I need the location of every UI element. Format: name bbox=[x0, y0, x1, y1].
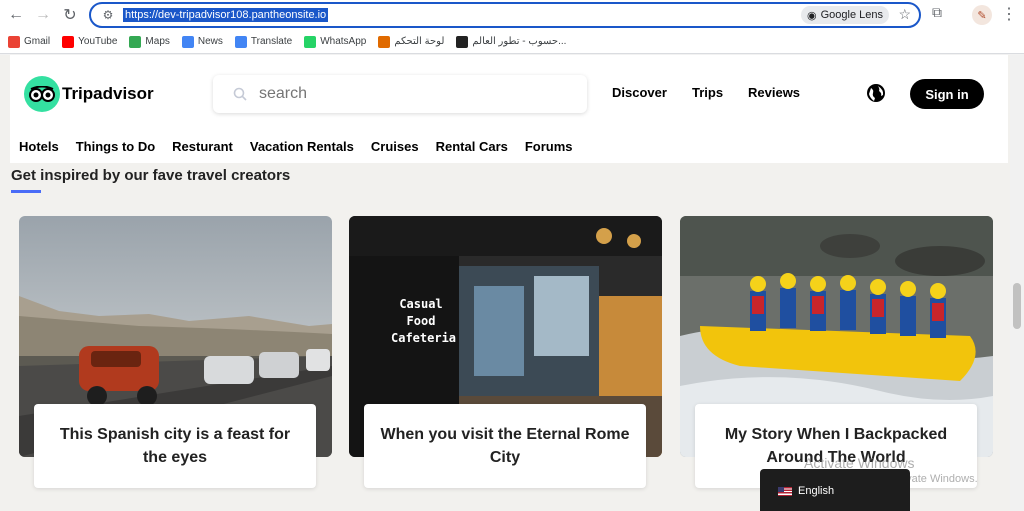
scroll-thumb[interactable] bbox=[1013, 283, 1021, 329]
bookmark-youtube[interactable]: YouTube bbox=[62, 35, 118, 48]
search-box[interactable] bbox=[213, 75, 587, 113]
subnav-things-to-do[interactable]: Things to Do bbox=[76, 139, 155, 154]
reload-icon[interactable]: ↻ bbox=[58, 3, 82, 27]
extensions-icon[interactable]: ⧉ bbox=[932, 4, 942, 21]
lens-label: Google Lens bbox=[820, 9, 883, 21]
sign-in-button[interactable]: Sign in bbox=[910, 79, 984, 109]
subnav-forums[interactable]: Forums bbox=[525, 139, 573, 154]
url-text[interactable]: https://dev-tripadvisor108.pantheonsite.… bbox=[123, 8, 329, 22]
whatsapp-icon bbox=[304, 35, 317, 48]
subnav-hotels[interactable]: Hotels bbox=[19, 139, 59, 154]
page-scrollbar[interactable] bbox=[1010, 55, 1024, 511]
subnav-cruises[interactable]: Cruises bbox=[371, 139, 419, 154]
back-icon[interactable]: ← bbox=[4, 3, 28, 27]
bookmark-label: WhatsApp bbox=[320, 36, 367, 47]
bookmark-dashboard[interactable]: لوحة التحكم bbox=[378, 35, 445, 48]
language-switcher[interactable]: English bbox=[760, 469, 910, 511]
page-content: Tripadvisor Discover Trips Reviews Sign … bbox=[0, 55, 1024, 511]
bookmark-star-icon[interactable]: ☆ bbox=[898, 6, 911, 23]
bookmark-label: Translate bbox=[250, 36, 293, 47]
us-flag-icon bbox=[778, 487, 792, 496]
card-caption-2[interactable]: When you visit the Eternal Rome City bbox=[364, 404, 646, 488]
address-bar[interactable]: ⚙ https://dev-tripadvisor108.pantheonsit… bbox=[89, 2, 921, 28]
profile-avatar[interactable]: ✎ bbox=[972, 5, 992, 25]
subnav-rental-cars[interactable]: Rental Cars bbox=[436, 139, 508, 154]
youtube-icon bbox=[62, 35, 75, 48]
hsoub-icon bbox=[456, 35, 469, 48]
bookmark-whatsapp[interactable]: WhatsApp bbox=[304, 35, 367, 48]
section-title: Get inspired by our fave travel creators bbox=[11, 167, 291, 184]
news-icon bbox=[181, 35, 194, 48]
bookmark-label: Maps bbox=[145, 36, 170, 47]
forward-icon[interactable]: → bbox=[31, 3, 55, 27]
owl-logo-icon bbox=[24, 76, 60, 112]
title-underline bbox=[11, 190, 41, 193]
browser-toolbar: ← → ↻ ⚙ https://dev-tripadvisor108.panth… bbox=[0, 0, 1024, 30]
bookmark-hsoub[interactable]: حسوب - تطور العالم... bbox=[456, 35, 567, 48]
menu-icon[interactable]: ⋮ bbox=[1001, 4, 1017, 24]
language-label: English bbox=[798, 485, 835, 497]
bookmark-label: حسوب - تطور العالم... bbox=[472, 36, 567, 47]
bookmark-translate[interactable]: Translate bbox=[234, 35, 293, 48]
tripadvisor-logo[interactable]: Tripadvisor bbox=[24, 76, 154, 112]
translate-icon bbox=[234, 35, 247, 48]
subnav-restaurant[interactable]: Resturant bbox=[172, 139, 233, 154]
site-info-icon[interactable]: ⚙ bbox=[99, 6, 117, 24]
subnav-vacation-rentals[interactable]: Vacation Rentals bbox=[250, 139, 354, 154]
globe-icon[interactable] bbox=[866, 83, 886, 103]
nav-reviews[interactable]: Reviews bbox=[748, 85, 800, 100]
bookmark-label: لوحة التحكم bbox=[394, 36, 445, 47]
logo-text: Tripadvisor bbox=[62, 84, 154, 103]
bookmark-maps[interactable]: Maps bbox=[129, 35, 170, 48]
lens-icon: ◉ bbox=[807, 9, 817, 22]
google-lens-button[interactable]: ◉ Google Lens bbox=[801, 6, 889, 24]
nav-trips[interactable]: Trips bbox=[692, 85, 723, 100]
cafeteria-sign: Casual Food Cafeteria bbox=[391, 297, 457, 345]
bookmark-label: News bbox=[197, 36, 223, 47]
dashboard-icon bbox=[378, 35, 391, 48]
search-icon bbox=[233, 87, 247, 101]
bookmark-gmail[interactable]: Gmail bbox=[8, 35, 51, 48]
gmail-icon bbox=[8, 35, 20, 48]
search-input[interactable] bbox=[259, 85, 559, 103]
bookmark-label: Gmail bbox=[24, 36, 51, 47]
bookmarks-bar: Gmail YouTube Maps News Translate WhatsApp لوح… bbox=[0, 30, 1024, 54]
sub-navigation: Hotels Things to Do Resturant Vacation R… bbox=[19, 139, 590, 154]
nav-discover[interactable]: Discover bbox=[612, 85, 667, 100]
maps-icon bbox=[129, 35, 142, 48]
card-caption-1[interactable]: This Spanish city is a feast for the eye… bbox=[34, 404, 316, 488]
bookmark-label: YouTube bbox=[78, 36, 118, 47]
bookmark-news[interactable]: News bbox=[181, 35, 223, 48]
site-header: Tripadvisor Discover Trips Reviews Sign … bbox=[10, 55, 1008, 163]
